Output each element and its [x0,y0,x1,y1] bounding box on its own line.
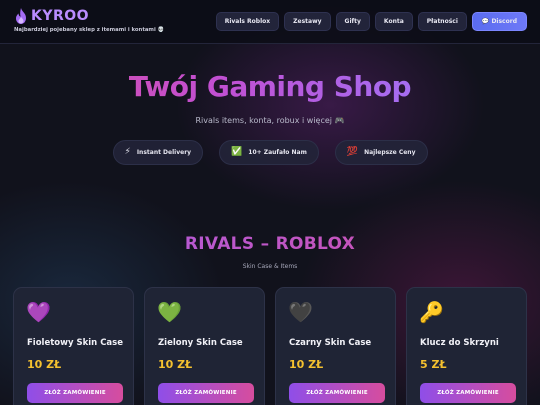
main-nav: Rivals Roblox Zestawy Gifty Konta Płatno… [215,12,527,31]
section-subtitle: Skin Case & Items [242,263,298,270]
product-name: Zielony Skin Case [158,338,243,348]
feature-label: Najlepsze Ceny [364,149,416,156]
product-card: 💚 Zielony Skin Case 10 ZŁ ZŁÓŻ ZAMÓWIENI… [144,287,265,405]
nav-platnosci[interactable]: Płatności [417,12,467,31]
product-name: Czarny Skin Case [289,338,372,348]
section-title: RIVALS – ROBLOX [0,234,540,254]
discord-button[interactable]: 💬 Discord [471,12,527,31]
feature-badges: ⚡ Instant Delivery ✅ 10+ Zaufało Nam 💯 N… [0,140,540,165]
product-name: Klucz do Skrzyni [420,338,499,348]
check-icon: ✅ [231,147,243,157]
product-price: 10 ZŁ [27,358,62,371]
purple-heart-icon: 💜 [26,300,51,324]
product-price: 5 ZŁ [420,358,447,371]
product-card: 🖤 Czarny Skin Case 10 ZŁ ZŁÓŻ ZAMÓWIENIE [275,287,396,405]
product-name: Fioletowy Skin Case [27,338,123,348]
product-price: 10 ZŁ [158,358,193,371]
nav-zestawy[interactable]: Zestawy [284,12,331,31]
nav-konta[interactable]: Konta [374,12,413,31]
brand[interactable]: KYROO Najbardziej pojebany sklep z itema… [14,8,164,33]
order-button[interactable]: ZŁÓŻ ZAMÓWIENIE [27,383,123,403]
product-card: 🔑 Klucz do Skrzyni 5 ZŁ ZŁÓŻ ZAMÓWIENIE [406,287,527,405]
order-button[interactable]: ZŁÓŻ ZAMÓWIENIE [420,383,516,403]
feature-best-prices: 💯 Najlepsze Ceny [334,140,428,165]
hero-subtitle: Rivals items, konta, robux i więcej 🎮 [195,116,345,125]
nav-gifty[interactable]: Gifty [335,12,370,31]
tagline: Najbardziej pojebany sklep z itemami i k… [14,27,165,33]
hundred-icon: 💯 [346,147,359,157]
logo[interactable]: KYROO [14,8,164,24]
feature-trusted: ✅ 10+ Zaufało Nam [219,140,319,165]
lightning-icon: ⚡ [124,147,131,157]
green-heart-icon: 💚 [157,300,182,324]
flame-icon [16,8,26,24]
logo-text: KYROO [31,8,90,24]
product-price: 10 ZŁ [289,358,324,371]
site-header: KYROO Najbardziej pojebany sklep z itema… [0,0,540,44]
feature-label: 10+ Zaufało Nam [248,149,307,156]
hero-title: Twój Gaming Shop [0,70,540,103]
feature-label: Instant Delivery [136,149,192,156]
key-icon: 🔑 [419,300,444,324]
product-grid: 💜 Fioletowy Skin Case 10 ZŁ ZŁÓŻ ZAMÓWIE… [13,287,527,405]
order-button[interactable]: ZŁÓŻ ZAMÓWIENIE [289,383,385,403]
nav-rivals-roblox[interactable]: Rivals Roblox [215,12,280,31]
feature-instant-delivery: ⚡ Instant Delivery [112,140,204,165]
order-button[interactable]: ZŁÓŻ ZAMÓWIENIE [158,383,254,403]
black-heart-icon: 🖤 [288,300,313,324]
product-card: 💜 Fioletowy Skin Case 10 ZŁ ZŁÓŻ ZAMÓWIE… [13,287,134,405]
